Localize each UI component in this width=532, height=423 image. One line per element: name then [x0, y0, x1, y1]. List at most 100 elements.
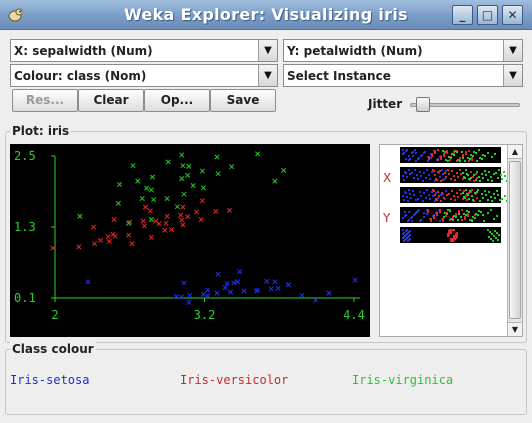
data-point: [272, 178, 278, 184]
attribute-bar-point: [436, 212, 438, 214]
attribute-bar-point: [456, 192, 458, 194]
attribute-bar-point: [431, 155, 433, 157]
data-point: [312, 297, 319, 303]
attribute-bar-point: [497, 194, 499, 196]
data-point: [92, 241, 98, 247]
attribute-bar-point: [423, 192, 425, 194]
attribute-bar-point: [411, 152, 413, 154]
attribute-bar-point: [478, 210, 480, 212]
data-point: [105, 234, 111, 240]
close-button[interactable]: ✕: [502, 5, 523, 25]
data-point: [181, 191, 187, 197]
attribute-bar-point: [451, 190, 453, 192]
title-bar[interactable]: Weka Explorer: Visualizing iris _ □ ✕: [0, 0, 532, 30]
open-button[interactable]: Op...: [144, 89, 210, 112]
data-point: [168, 227, 175, 233]
attribute-bar-point: [490, 176, 492, 178]
attribute-bar-point: [408, 189, 410, 191]
minimize-button[interactable]: _: [452, 5, 473, 25]
attribute-bar-point: [476, 160, 478, 162]
attribute-bar-point: [441, 192, 443, 194]
save-button[interactable]: Save: [210, 89, 276, 112]
attribute-bars-svg[interactable]: [380, 145, 522, 336]
jitter-label: Jitter: [368, 97, 403, 111]
data-point: [147, 208, 153, 214]
attribute-bar-point: [442, 218, 444, 220]
jitter-slider[interactable]: [410, 96, 526, 114]
data-point: [272, 279, 278, 285]
data-point: [255, 151, 261, 157]
data-point: [199, 198, 205, 204]
attribute-bar-point: [427, 211, 429, 213]
attribute-panel[interactable]: X Y ▲ ▼: [379, 144, 523, 337]
attribute-bar-point: [416, 174, 418, 176]
attribute-bar-point: [469, 190, 471, 192]
chevron-down-icon[interactable]: ▼: [258, 40, 277, 61]
chevron-down-icon[interactable]: ▼: [503, 40, 522, 61]
attribute-bar-point: [453, 229, 455, 231]
attribute-bar-point: [462, 198, 464, 200]
attribute-bar-point: [442, 173, 444, 175]
data-point: [185, 214, 191, 220]
attribute-bar-point: [482, 154, 484, 156]
attribute-bar-point: [402, 229, 404, 231]
attribute-bar-point: [475, 179, 477, 181]
attribute-bar-point: [493, 235, 495, 237]
attribute-bar-point: [435, 192, 437, 194]
attribute-bar-point: [447, 169, 449, 171]
scatter-plot-svg[interactable]: 2 3.2 4.4 2.5 1.3 0.1: [10, 144, 370, 337]
data-point: [180, 163, 186, 169]
attribute-bar-point: [453, 239, 455, 241]
scroll-up-icon[interactable]: ▲: [508, 145, 522, 159]
class-label-setosa[interactable]: Iris-setosa: [10, 373, 89, 387]
attribute-bar-point: [410, 217, 412, 219]
attribute-bar-point: [423, 152, 425, 154]
attribute-bar-point: [415, 199, 417, 201]
attribute-bar-point: [434, 174, 436, 176]
chevron-down-icon[interactable]: ▼: [503, 65, 522, 86]
scrollbar-thumb[interactable]: [509, 161, 521, 319]
scroll-down-icon[interactable]: ▼: [508, 322, 522, 336]
attribute-bar-point: [419, 191, 421, 193]
attribute-bar-point: [490, 238, 492, 240]
attribute-bar-point: [455, 213, 457, 215]
attribute-bar-point: [476, 171, 478, 173]
scatter-plot[interactable]: 2 3.2 4.4 2.5 1.3 0.1: [10, 144, 370, 337]
maximize-button[interactable]: □: [477, 5, 498, 25]
clear-button[interactable]: Clear: [78, 89, 144, 112]
attribute-bar-point: [497, 239, 499, 241]
chevron-down-icon[interactable]: ▼: [258, 65, 277, 86]
attribute-bar-point: [432, 169, 434, 171]
attribute-bar-point: [423, 216, 425, 218]
data-point: [226, 207, 232, 213]
select-instance-select[interactable]: Select Instance ▼: [283, 64, 523, 87]
data-point: [163, 220, 169, 226]
attribute-bar-point: [478, 176, 480, 178]
reset-button[interactable]: Res...: [12, 89, 78, 112]
attribute-bar-point: [471, 189, 473, 191]
colour-select[interactable]: Colour: class (Nom) ▼: [10, 64, 278, 87]
attribute-bar-point: [439, 220, 441, 222]
attribute-bar-point: [463, 196, 465, 198]
attribute-bar-point: [474, 192, 476, 194]
attribute-bar-point: [407, 232, 409, 234]
attribute-bar-point: [465, 195, 467, 197]
jitter-slider-thumb[interactable]: [416, 97, 430, 112]
y-axis-select[interactable]: Y: petalwidth (Num) ▼: [283, 39, 523, 62]
attribute-bar-point: [461, 151, 463, 153]
attribute-bar-point: [493, 218, 495, 220]
x-axis-select[interactable]: X: sepalwidth (Num) ▼: [10, 39, 278, 62]
attribute-bar-point: [457, 219, 459, 221]
attribute-bar-point: [437, 159, 439, 161]
data-point: [185, 172, 191, 178]
attribute-bar-point: [481, 193, 483, 195]
attribute-bar-point: [471, 195, 473, 197]
attribute-bar-point: [456, 172, 458, 174]
attribute-bar-point: [504, 195, 506, 197]
attribute-bar-point: [431, 153, 433, 155]
class-label-versicolor[interactable]: Iris-versicolor: [180, 373, 288, 387]
attribute-bar-point: [454, 179, 456, 181]
class-label-virginica[interactable]: Iris-virginica: [352, 373, 453, 387]
side-scrollbar[interactable]: ▲ ▼: [507, 145, 522, 336]
data-point: [181, 280, 187, 286]
